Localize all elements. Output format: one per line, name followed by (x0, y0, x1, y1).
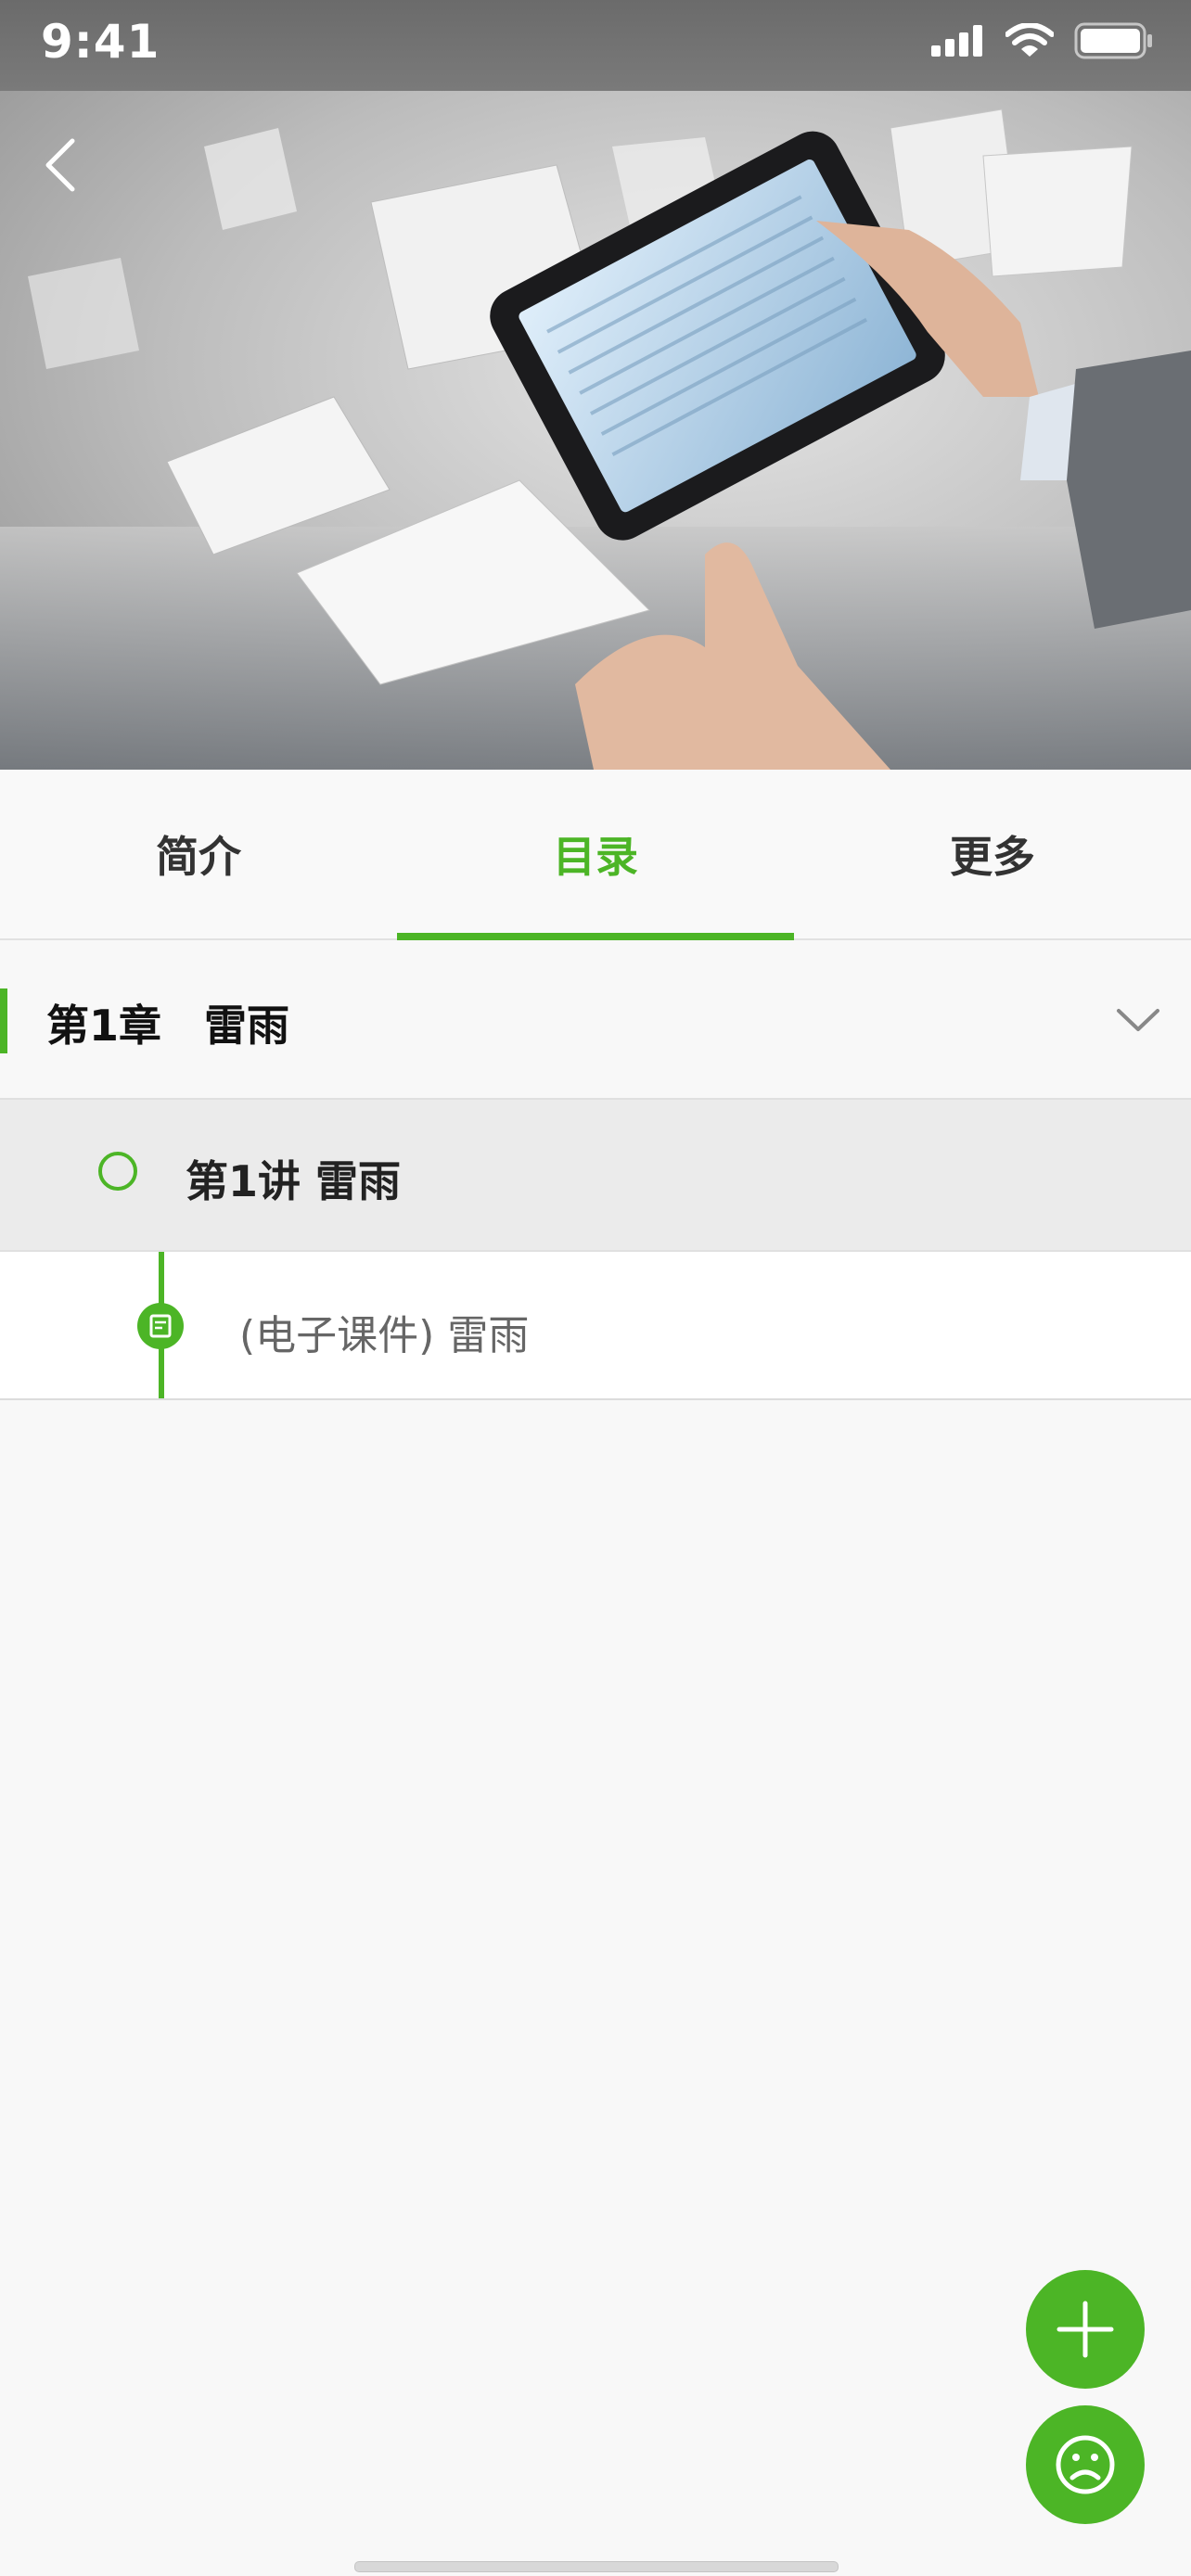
lecture-title: 第1讲 雷雨 (186, 1156, 402, 1206)
tab-more[interactable]: 更多 (794, 770, 1191, 938)
chevron-down-icon[interactable] (1115, 1001, 1161, 1039)
battery-icon (1074, 22, 1152, 59)
tab-catalog[interactable]: 目录 (397, 770, 794, 940)
chapter-row[interactable]: 第1章 雷雨 (0, 940, 1191, 1100)
status-bar: 9:41 (0, 0, 1191, 91)
feedback-button[interactable] (1026, 2405, 1145, 2524)
plus-icon (1057, 2301, 1114, 2358)
document-icon (137, 1303, 184, 1349)
tab-intro[interactable]: 简介 (0, 770, 397, 938)
chapter-title: 第1章 雷雨 (46, 1001, 290, 1051)
hero-illustration (0, 108, 1191, 770)
resource-title: (电子课件) 雷雨 (239, 1312, 530, 1359)
lecture-status-circle-icon (98, 1152, 137, 1191)
course-cover-image (0, 91, 1191, 770)
sad-face-icon (1056, 2435, 1115, 2494)
tab-catalog-label: 目录 (553, 832, 638, 882)
lecture-row[interactable]: 第1讲 雷雨 (0, 1100, 1191, 1252)
back-button[interactable] (33, 128, 89, 202)
signal-icon (931, 25, 982, 57)
wifi-icon (1005, 23, 1054, 57)
add-button[interactable] (1026, 2270, 1145, 2389)
home-indicator[interactable] (354, 2561, 839, 2572)
document-icon-glyph (149, 1314, 172, 1338)
tab-intro-label: 简介 (156, 832, 241, 882)
resource-row[interactable]: (电子课件) 雷雨 (0, 1252, 1191, 1400)
chapter-accent-bar (0, 988, 7, 1053)
tab-bar: 简介 目录 更多 (0, 770, 1191, 940)
status-time: 9:41 (41, 15, 160, 69)
tab-more-label: 更多 (950, 832, 1035, 882)
status-icons (931, 22, 1154, 59)
